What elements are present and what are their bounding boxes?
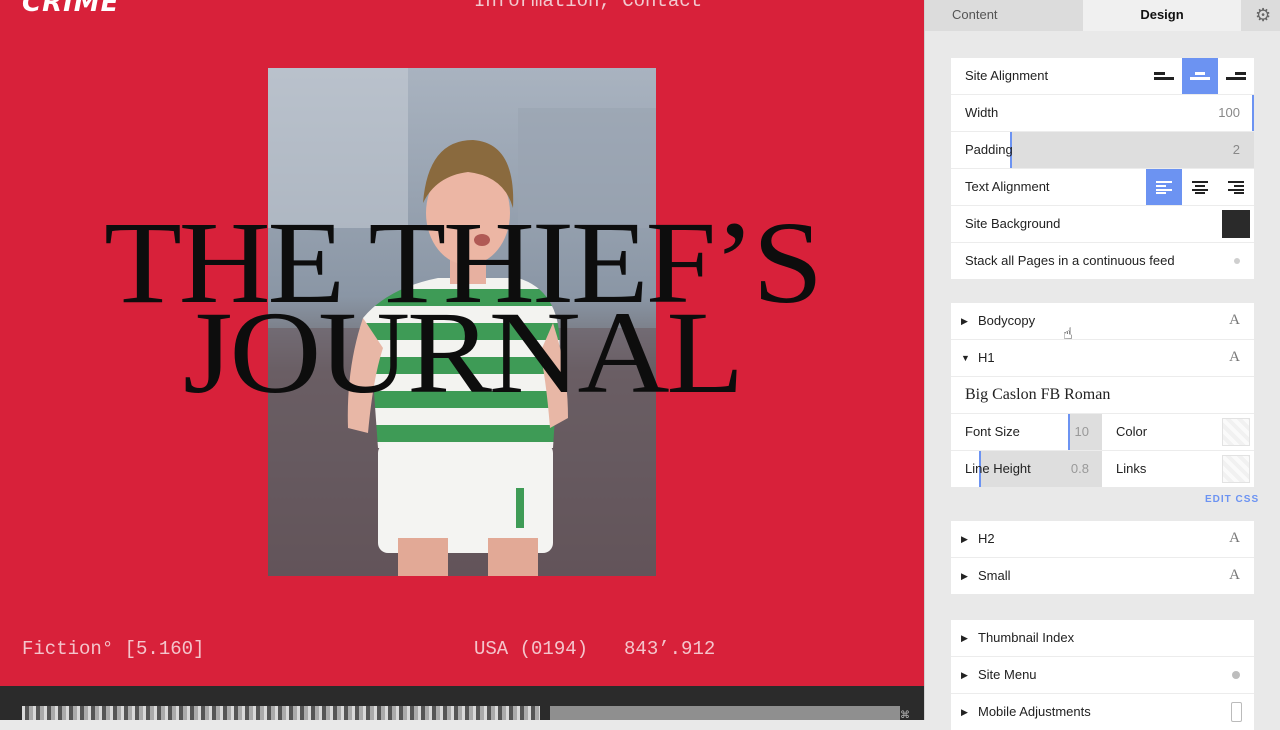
- align-center-icon: [1190, 72, 1210, 80]
- thumbnail-2[interactable]: [550, 706, 900, 720]
- site-menu-toggle[interactable]: [1232, 671, 1240, 679]
- text-alignment-label: Text Alignment: [965, 179, 1050, 194]
- site-background-row: Site Background: [951, 206, 1254, 243]
- text-align-left-button[interactable]: [1146, 169, 1182, 205]
- links-label: Links: [1116, 461, 1147, 476]
- collapse-arrow-icon: ▼: [961, 353, 970, 363]
- typography-box: ▶ Bodycopy A ▼ H1 A Big Caslon FB Roman …: [951, 303, 1254, 487]
- hand-cursor-icon: ☝: [1063, 326, 1073, 343]
- bodycopy-row[interactable]: ▶ Bodycopy A: [951, 303, 1254, 340]
- edit-css-link[interactable]: EDIT CSS: [1205, 494, 1259, 505]
- design-panel: Content Design ⚙ Site Alignment Width 10…: [924, 0, 1280, 730]
- site-alignment-row: Site Alignment: [951, 58, 1254, 95]
- h1-font-row[interactable]: Big Caslon FB Roman: [951, 377, 1254, 414]
- headings-box: ▶ H2 A ▶ Small A: [951, 521, 1254, 594]
- h1-font-name[interactable]: Big Caslon FB Roman: [965, 386, 1110, 404]
- align-left-icon: [1154, 72, 1174, 80]
- font-size-slider[interactable]: Font Size 10: [951, 414, 1102, 450]
- sections-box: ▶ Thumbnail Index ▶ Site Menu ▶ Mobile A…: [951, 620, 1254, 730]
- tab-content[interactable]: Content: [925, 0, 1083, 31]
- panel-tabs: Content Design ⚙: [925, 0, 1280, 31]
- stack-pages-toggle[interactable]: [1234, 258, 1240, 264]
- links-color-picker[interactable]: Links: [1102, 451, 1254, 487]
- color-picker[interactable]: Color: [1102, 414, 1254, 450]
- font-size-slider-handle[interactable]: [1068, 414, 1070, 450]
- site-alignment-buttons: [1146, 58, 1254, 94]
- footer-info: USA (0194) 843’.912: [474, 638, 715, 660]
- expand-arrow-icon: ▶: [961, 633, 968, 643]
- small-row[interactable]: ▶ Small A: [951, 558, 1254, 594]
- thumbnail-index-row[interactable]: ▶ Thumbnail Index: [951, 620, 1254, 657]
- line-height-slider[interactable]: Line Height 0.8: [951, 451, 1102, 487]
- site-menu-label: Site Menu: [978, 667, 1037, 682]
- site-menu-row[interactable]: ▶ Site Menu: [951, 657, 1254, 694]
- site-preview: CRIME Information, Contact THE THIEF’S J…: [0, 0, 924, 720]
- color-swatch[interactable]: [1222, 418, 1250, 446]
- type-style-icon[interactable]: A: [1229, 530, 1240, 547]
- site-background-swatch[interactable]: [1222, 210, 1250, 238]
- gear-icon[interactable]: ⚙: [1255, 5, 1271, 26]
- site-alignment-label: Site Alignment: [965, 68, 1049, 83]
- site-logo[interactable]: CRIME: [22, 0, 119, 18]
- width-value: 100: [1218, 105, 1240, 120]
- bodycopy-label: Bodycopy: [978, 313, 1036, 328]
- h1-font-size-row: Font Size 10 Color: [951, 414, 1254, 451]
- padding-slider[interactable]: Padding 2: [951, 132, 1254, 169]
- text-alignment-row: Text Alignment: [951, 169, 1254, 206]
- stack-pages-row[interactable]: Stack all Pages in a continuous feed: [951, 243, 1254, 279]
- stack-pages-label: Stack all Pages in a continuous feed: [965, 253, 1175, 268]
- color-label: Color: [1116, 424, 1148, 439]
- small-label: Small: [978, 568, 1011, 583]
- expand-arrow-icon: ▶: [961, 316, 968, 326]
- line-height-label: Line Height: [965, 461, 1031, 476]
- site-nav-links[interactable]: Information, Contact: [474, 0, 702, 12]
- site-settings-box: Site Alignment Width 100 Padding 2 Text …: [951, 58, 1254, 279]
- tab-design[interactable]: Design: [1083, 0, 1241, 31]
- padding-label: Padding: [965, 142, 1013, 157]
- h1-line-height-row: Line Height 0.8 Links: [951, 451, 1254, 487]
- text-align-left-icon: [1156, 181, 1172, 194]
- align-right-button[interactable]: [1218, 58, 1254, 94]
- site-headline: THE THIEF’S JOURNAL: [0, 204, 924, 412]
- align-center-button[interactable]: [1182, 58, 1218, 94]
- site-background-label: Site Background: [965, 216, 1061, 231]
- footer-number: 843’.912: [624, 638, 716, 660]
- align-right-icon: [1226, 72, 1246, 80]
- thumbnail-1[interactable]: [22, 706, 540, 720]
- padding-slider-track: [1011, 132, 1254, 168]
- text-align-right-icon: [1228, 181, 1244, 194]
- h1-label: H1: [978, 350, 995, 365]
- thumbnail-strip: ⌘: [0, 686, 924, 720]
- text-align-center-button[interactable]: [1182, 169, 1218, 205]
- type-style-icon[interactable]: A: [1229, 567, 1240, 584]
- font-size-label: Font Size: [965, 424, 1020, 439]
- footer-code: USA (0194): [474, 638, 589, 660]
- h1-row[interactable]: ▼ H1 A: [951, 340, 1254, 377]
- type-style-icon[interactable]: A: [1229, 349, 1240, 366]
- width-slider[interactable]: Width 100: [951, 95, 1254, 132]
- width-label: Width: [965, 105, 999, 120]
- drag-handle-icon[interactable]: ⌘: [900, 710, 910, 720]
- type-style-icon[interactable]: A: [1229, 312, 1240, 329]
- footer-fiction-label: Fiction° [5.160]: [22, 638, 205, 660]
- mobile-device-icon: [1231, 702, 1242, 722]
- font-size-value: 10: [1074, 424, 1089, 439]
- mobile-adjustments-row[interactable]: ▶ Mobile Adjustments: [951, 694, 1254, 730]
- text-align-right-button[interactable]: [1218, 169, 1254, 205]
- line-height-value: 0.8: [1070, 461, 1089, 476]
- expand-arrow-icon: ▶: [961, 670, 968, 680]
- expand-arrow-icon: ▶: [961, 707, 968, 717]
- padding-value: 2: [1232, 142, 1240, 157]
- mobile-adjustments-label: Mobile Adjustments: [978, 704, 1091, 719]
- text-align-center-icon: [1192, 181, 1208, 194]
- expand-arrow-icon: ▶: [961, 571, 968, 581]
- h2-row[interactable]: ▶ H2 A: [951, 521, 1254, 558]
- thumbnail-index-label: Thumbnail Index: [978, 630, 1075, 645]
- h2-label: H2: [978, 531, 995, 546]
- width-slider-handle[interactable]: [1252, 95, 1254, 131]
- align-left-button[interactable]: [1146, 58, 1182, 94]
- expand-arrow-icon: ▶: [961, 534, 968, 544]
- links-swatch[interactable]: [1222, 455, 1250, 483]
- text-alignment-buttons: [1146, 169, 1254, 205]
